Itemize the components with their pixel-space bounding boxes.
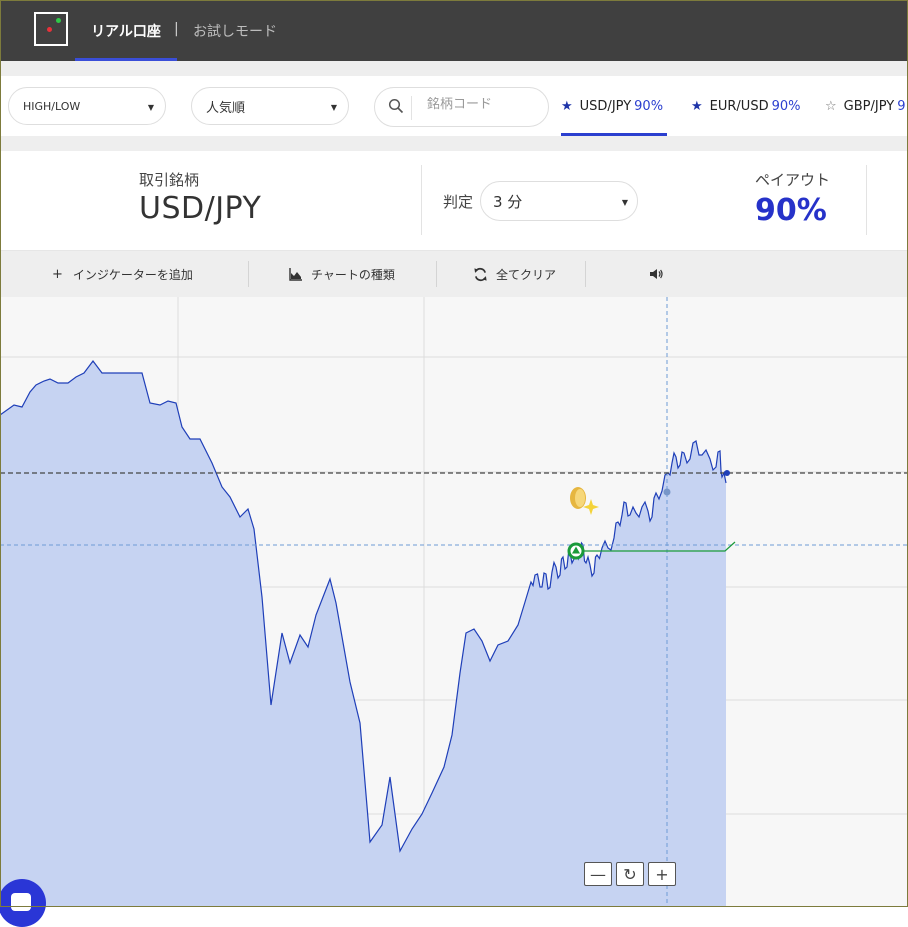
add-indicator-label: インジケーターを追加: [72, 267, 193, 282]
favorite-name: USD/JPY: [579, 98, 632, 114]
judge-period-value: 3 分: [493, 192, 523, 211]
judge-label: 判定: [443, 193, 474, 211]
logo-green-dot: [56, 18, 61, 23]
chart-type-label: チャートの種類: [311, 267, 395, 282]
favorite-payout: 90%: [771, 98, 801, 114]
trade-type-value: HIGH/LOW: [23, 99, 81, 113]
zoom-reset-button[interactable]: ↻: [616, 862, 644, 886]
caret-down-icon: ▼: [330, 103, 337, 112]
favorite-payout: 9: [897, 98, 906, 114]
payout-value: 90%: [755, 193, 827, 228]
star-filled-icon: ★: [561, 98, 573, 114]
favorite-eurusd[interactable]: ★ EUR/USD 90%: [691, 76, 800, 136]
tab-separator: |: [174, 21, 179, 37]
add-indicator-button[interactable]: + インジケーターを追加: [52, 251, 193, 297]
caret-down-icon: ▼: [621, 198, 628, 207]
filter-bar: HIGH/LOW ▼ 人気順 ▼ ★ USD/JPY 90% ★ EUR/USD…: [0, 61, 908, 151]
coin-sparkle-icon: [570, 487, 599, 515]
favorite-gbpjpy[interactable]: ☆ GBP/JPY 9: [825, 76, 905, 136]
zoom-in-button[interactable]: +: [648, 862, 676, 886]
judge-period-select[interactable]: 3 分 ▼: [480, 181, 638, 221]
favorite-name: GBP/JPY: [843, 98, 895, 114]
tab-real-account[interactable]: リアル口座: [75, 0, 177, 61]
caret-down-icon: ▼: [147, 103, 154, 112]
speaker-icon: [650, 269, 663, 279]
price-chart-plot: [0, 297, 908, 907]
favorite-payout: 90%: [634, 98, 664, 114]
symbol-search: [374, 87, 549, 127]
chart-toolbar: + インジケーターを追加 チャートの種類 全てクリア: [0, 251, 908, 297]
toolbar-divider: [585, 261, 586, 287]
payout-label: ペイアウト: [755, 171, 831, 189]
search-divider: [411, 96, 412, 120]
instrument-label: 取引銘柄: [139, 171, 200, 189]
instrument-info-panel: 取引銘柄 USD/JPY 判定 3 分 ▼ ペイアウト 90%: [0, 151, 908, 251]
chat-support-button[interactable]: [0, 879, 46, 927]
refresh-icon: [474, 267, 487, 281]
info-divider: [866, 165, 867, 235]
chart-type-button[interactable]: チャートの種類: [289, 251, 395, 297]
info-divider: [421, 165, 422, 235]
favorite-name: EUR/USD: [709, 98, 769, 114]
tab-demo-mode[interactable]: お試しモード: [193, 21, 277, 41]
trade-type-select[interactable]: HIGH/LOW ▼: [8, 87, 166, 125]
chat-icon: [11, 893, 31, 911]
expiry-marker: [663, 488, 671, 496]
price-area-fill: [0, 361, 726, 907]
toolbar-divider: [436, 261, 437, 287]
clear-all-button[interactable]: 全てクリア: [473, 251, 556, 297]
star-outline-icon: ☆: [825, 98, 837, 114]
instrument-value: USD/JPY: [139, 191, 262, 226]
current-price-marker: [724, 470, 730, 476]
symbol-search-input[interactable]: [427, 97, 537, 112]
high-entry-marker[interactable]: [567, 542, 585, 560]
price-chart[interactable]: — ↻ +: [0, 297, 908, 907]
sort-value: 人気順: [206, 100, 246, 116]
toolbar-divider: [248, 261, 249, 287]
area-chart-icon: [289, 267, 302, 281]
clear-all-label: 全てクリア: [496, 267, 557, 282]
zoom-out-button[interactable]: —: [584, 862, 612, 886]
top-bar: リアル口座 | お試しモード: [0, 0, 908, 61]
star-filled-icon: ★: [691, 98, 703, 114]
plus-icon: +: [52, 266, 63, 282]
favorite-usdjpy[interactable]: ★ USD/JPY 90%: [561, 76, 667, 136]
sort-select[interactable]: 人気順 ▼: [191, 87, 349, 125]
app-logo[interactable]: [34, 12, 68, 46]
logo-red-dot: [47, 27, 52, 32]
search-icon[interactable]: [388, 98, 404, 114]
sound-toggle-button[interactable]: [649, 251, 671, 297]
